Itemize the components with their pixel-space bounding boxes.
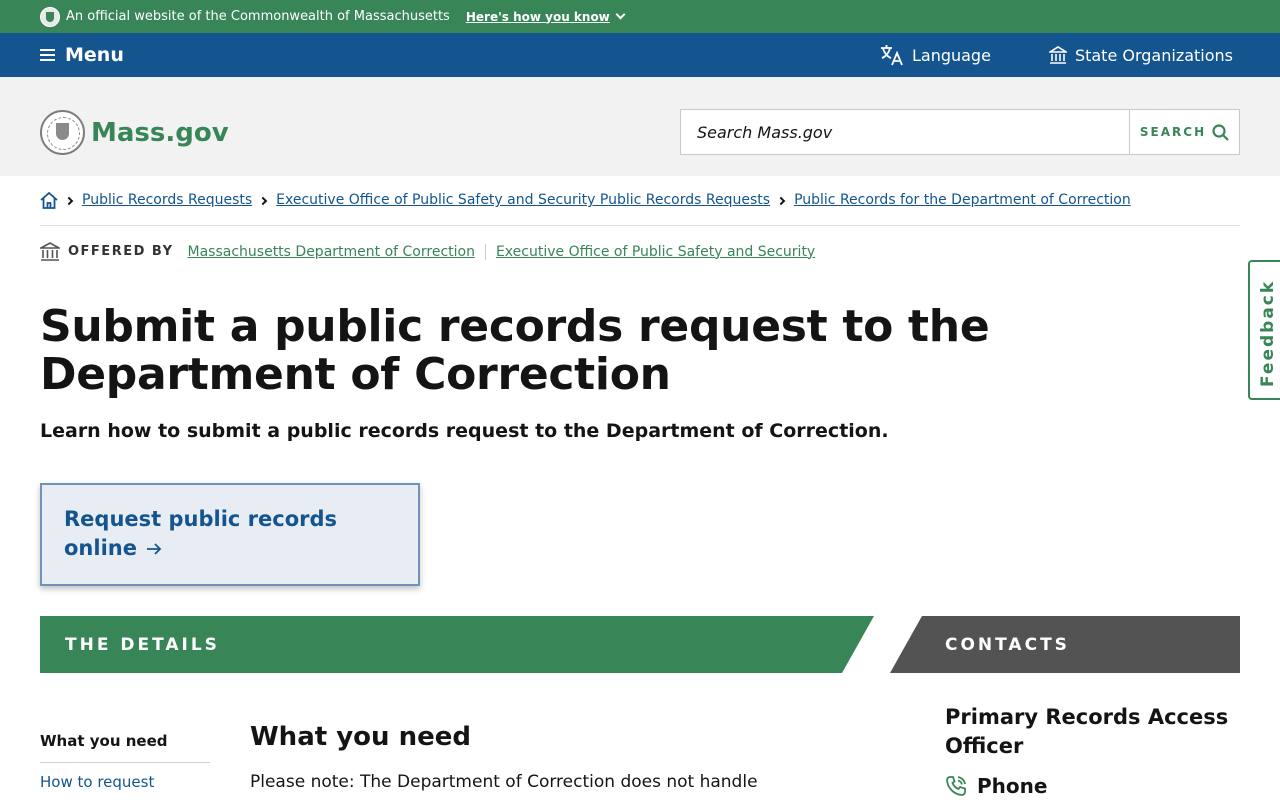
building-icon	[40, 242, 60, 261]
contact-name: Primary Records Access Officer	[945, 705, 1229, 758]
offered-by-label: OFFERED BY	[68, 244, 174, 259]
building-icon	[1048, 46, 1067, 64]
official-banner-text: An official website of the Commonwealth …	[66, 9, 450, 24]
section-body: Please note: The Department of Correctio…	[250, 772, 758, 792]
how-you-know-link[interactable]: Here's how you know	[465, 9, 626, 24]
arrow-right-icon	[147, 543, 162, 555]
menu-label: Menu	[65, 44, 124, 66]
offered-by: OFFERED BY Massachusetts Department of C…	[40, 242, 815, 261]
details-section-label: THE DETAILS	[65, 634, 220, 655]
divider	[484, 243, 486, 260]
feedback-label: Feedback	[1258, 279, 1278, 387]
translate-icon	[880, 45, 903, 66]
breadcrumb-link-public-records[interactable]: Public Records Requests	[82, 192, 252, 208]
official-banner: An official website of the Commonwealth …	[0, 0, 1280, 33]
state-seal-icon	[40, 6, 60, 27]
state-organizations-label: State Organizations	[1074, 45, 1233, 65]
nav-right-group: Language State Organizations	[880, 33, 1233, 77]
contact-phone: Phone	[945, 774, 1047, 798]
page-lead: Learn how to submit a public records req…	[40, 420, 889, 442]
offered-by-link-doc[interactable]: Massachusetts Department of Correction	[188, 244, 475, 260]
request-online-callout[interactable]: Request public records online	[40, 483, 420, 586]
contacts-section-label: CONTACTS	[945, 634, 1070, 655]
contacts-section-header: CONTACTS	[890, 616, 1240, 673]
page-title: Submit a public records request to the D…	[40, 301, 990, 400]
phone-label: Phone	[977, 774, 1048, 798]
language-button[interactable]: Language	[880, 44, 991, 66]
search-input[interactable]	[681, 110, 1129, 154]
home-icon[interactable]	[40, 192, 58, 209]
mass-gov-logo-link[interactable]: Mass.gov	[40, 110, 229, 155]
chevron-down-icon	[615, 9, 626, 20]
top-nav-bar: Menu Language State Organizations	[0, 33, 1280, 77]
state-seal-icon	[40, 110, 85, 155]
jump-nav-item-how-to-request[interactable]: How to request	[40, 763, 210, 791]
site-header: Mass.gov SEARCH	[0, 77, 1280, 176]
phone-icon	[946, 776, 966, 796]
logo-text: Mass.gov	[91, 117, 229, 148]
chevron-right-icon	[776, 196, 786, 206]
breadcrumb-link-eopss-records[interactable]: Executive Office of Public Safety and Se…	[276, 192, 770, 208]
details-section-header: THE DETAILS	[40, 616, 874, 673]
search-icon	[1212, 123, 1229, 141]
menu-button[interactable]: Menu	[40, 33, 124, 77]
breadcrumb: Public Records Requests Executive Office…	[40, 192, 1240, 226]
search-button[interactable]: SEARCH	[1129, 110, 1239, 154]
feedback-tab[interactable]: Feedback	[1248, 260, 1280, 400]
jump-nav-item-what-you-need[interactable]: What you need	[40, 732, 210, 763]
search-form: SEARCH	[680, 109, 1240, 155]
offered-by-link-eopss[interactable]: Executive Office of Public Safety and Se…	[496, 244, 815, 260]
search-button-label: SEARCH	[1139, 125, 1207, 139]
breadcrumb-link-doc-records[interactable]: Public Records for the Department of Cor…	[794, 192, 1131, 208]
hamburger-icon	[40, 49, 55, 61]
jump-nav: What you need How to request	[40, 732, 210, 791]
how-you-know-label: Here's how you know	[465, 9, 610, 24]
language-label: Language	[911, 45, 991, 65]
chevron-right-icon	[64, 196, 74, 206]
chevron-right-icon	[258, 196, 268, 206]
state-organizations-button[interactable]: State Organizations	[1048, 45, 1233, 65]
section-heading: What you need	[250, 722, 471, 752]
callout-label: Request public records online	[64, 507, 338, 560]
